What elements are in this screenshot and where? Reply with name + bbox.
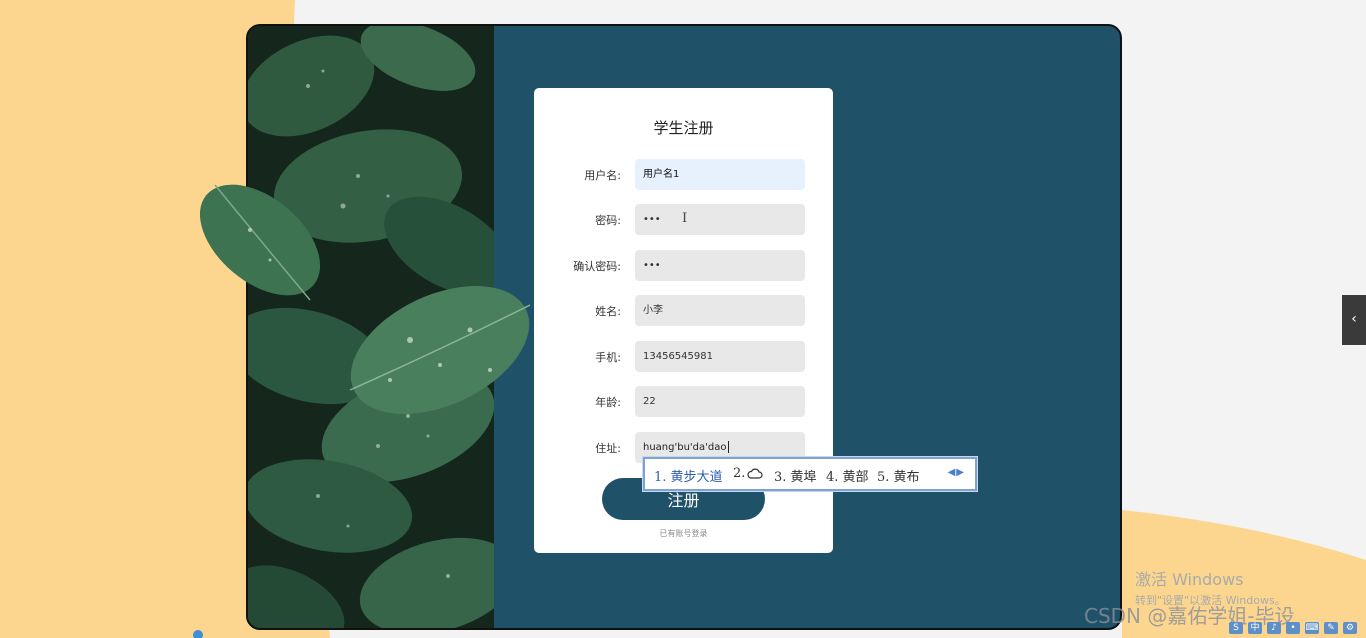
phone-label: 手机:: [595, 351, 621, 364]
login-link[interactable]: 已有账号登录: [534, 528, 833, 539]
username-input[interactable]: 用户名1: [635, 159, 805, 190]
ime-candidate-4[interactable]: 4. 黄部: [826, 466, 869, 485]
side-panel-toggle[interactable]: ‹: [1342, 295, 1366, 345]
name-row: 姓名: 小李: [534, 295, 833, 326]
confirm-password-label: 确认密码:: [573, 260, 621, 273]
ime-candidate-5[interactable]: 5. 黄布: [877, 466, 920, 485]
age-input[interactable]: 22: [635, 386, 805, 417]
cloud-icon: [747, 468, 763, 479]
page-indicator-dot: [193, 630, 203, 638]
password-row: 密码: ••• I: [534, 204, 833, 235]
confirm-password-row: 确认密码: •••: [534, 250, 833, 281]
text-caret: [727, 441, 729, 453]
address-input-text: huang'bu'da'dao: [643, 442, 727, 453]
username-label: 用户名:: [584, 169, 621, 182]
tray-icon-1[interactable]: S: [1229, 622, 1243, 634]
chevron-left-icon: ‹: [1351, 311, 1357, 327]
password-label: 密码:: [595, 214, 621, 227]
age-row: 年龄: 22: [534, 386, 833, 417]
tray-icon-6[interactable]: ✎: [1324, 622, 1338, 634]
tray-icon-5[interactable]: ⌨: [1305, 622, 1319, 634]
ime-candidate-bar: 1. 黄步大道 2. 3. 黄埠 4. 黄部 5. 黄布 ◀▶: [643, 457, 977, 491]
tray-icon-2[interactable]: 中: [1248, 622, 1262, 634]
age-label: 年龄:: [595, 396, 621, 409]
password-input[interactable]: •••: [635, 204, 805, 235]
ime-candidate-1[interactable]: 1. 黄步大道: [654, 466, 723, 485]
phone-input[interactable]: 13456545981: [635, 341, 805, 372]
system-tray: S 中 ♪ • ⌨ ✎ ⚙: [1225, 619, 1366, 637]
username-row: 用户名: 用户名1: [534, 159, 833, 190]
tray-icon-4[interactable]: •: [1286, 622, 1300, 634]
text-cursor-icon: I: [682, 211, 688, 226]
name-input[interactable]: 小李: [635, 295, 805, 326]
ime-candidate-2-label: 2.: [733, 466, 746, 481]
name-label: 姓名:: [595, 305, 621, 318]
ime-candidate-2[interactable]: 2.: [733, 466, 763, 481]
address-label: 住址:: [595, 442, 621, 455]
phone-row: 手机: 13456545981: [534, 341, 833, 372]
ime-candidate-3[interactable]: 3. 黄埠: [774, 466, 817, 485]
tray-icon-7[interactable]: ⚙: [1343, 622, 1357, 634]
tray-icon-3[interactable]: ♪: [1267, 622, 1281, 634]
confirm-password-input[interactable]: •••: [635, 250, 805, 281]
leaves-photo: [248, 26, 494, 628]
form-title: 学生注册: [653, 119, 714, 137]
watermark-line-1: 激活 Windows: [1135, 570, 1244, 589]
ime-page-arrows-icon[interactable]: ◀▶: [948, 467, 965, 478]
